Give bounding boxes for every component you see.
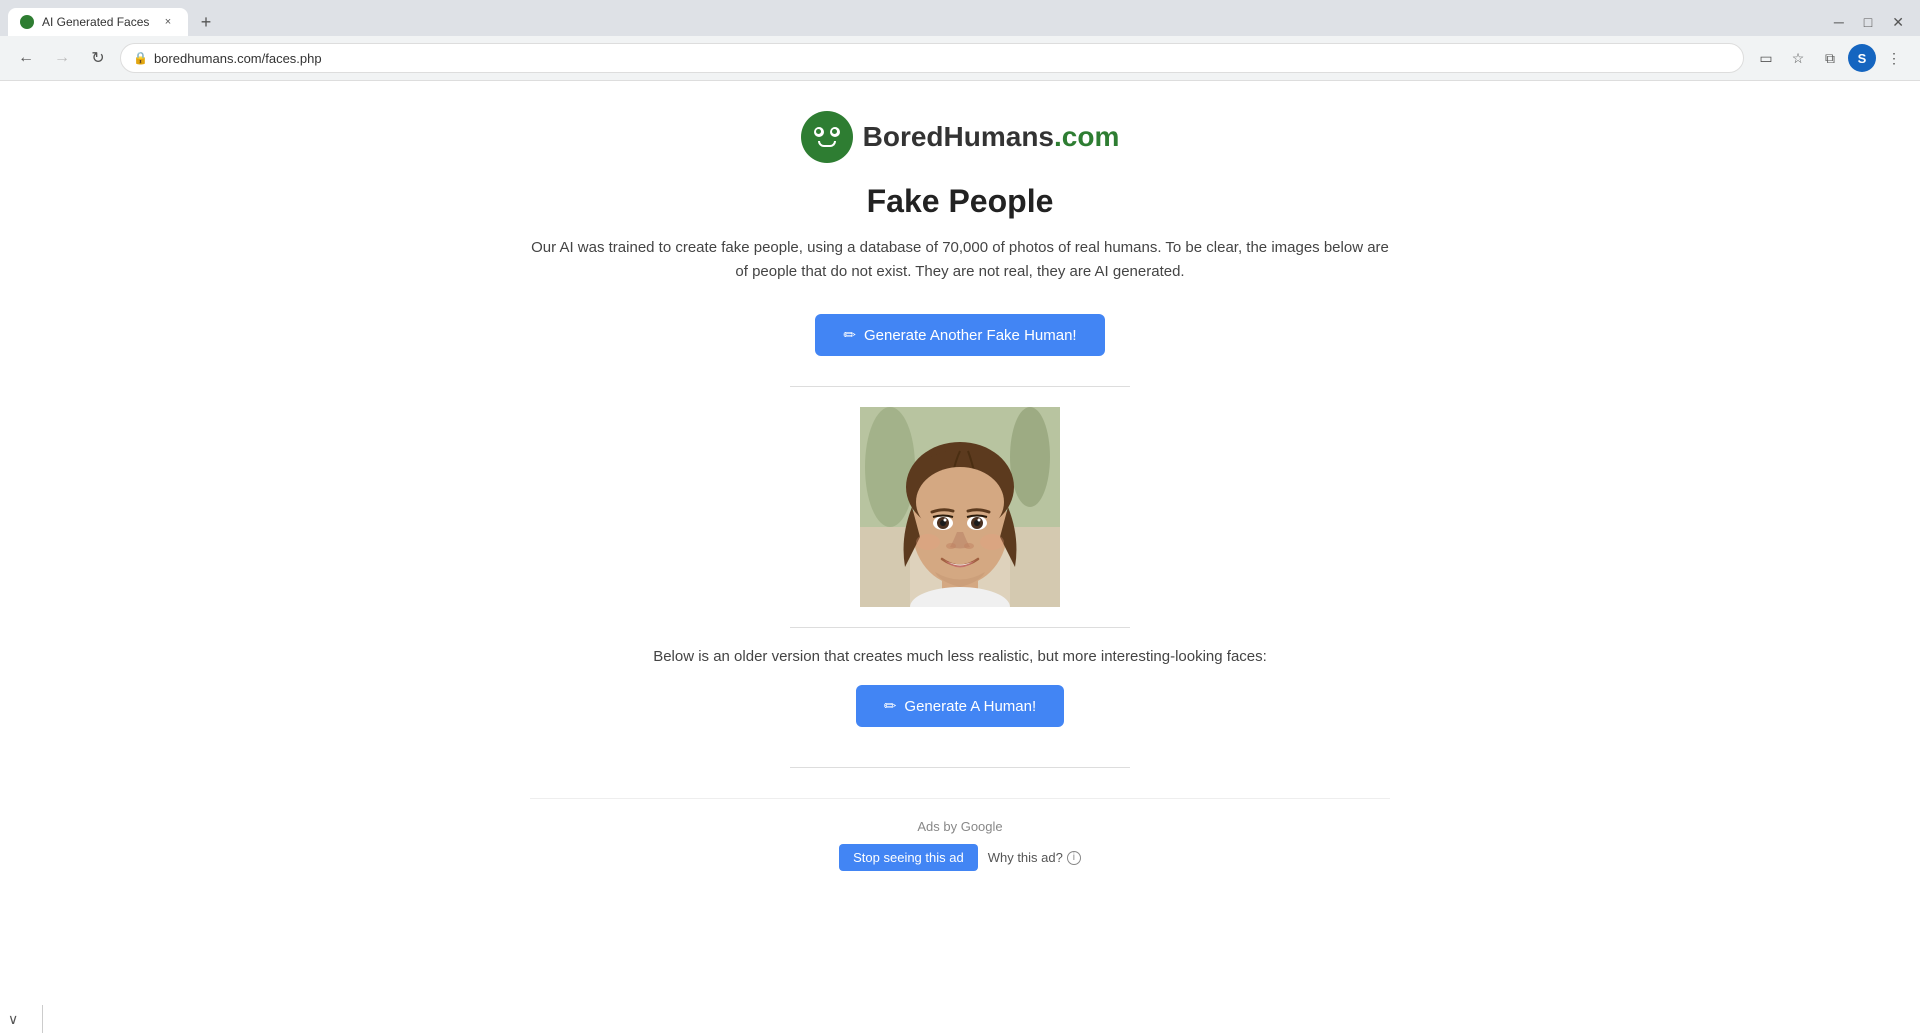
- cast-button[interactable]: ▭: [1752, 44, 1780, 72]
- bottom-chevron[interactable]: ∨: [8, 1011, 18, 1028]
- logo-text: BoredHumans.com: [863, 121, 1120, 153]
- back-icon: ←: [18, 49, 34, 67]
- close-window-button[interactable]: ✕: [1884, 12, 1912, 33]
- reload-button[interactable]: ↻: [84, 44, 112, 72]
- main-content: Fake People Our AI was trained to create…: [510, 183, 1410, 871]
- reload-icon: ↻: [91, 48, 104, 68]
- forward-button[interactable]: →: [48, 44, 76, 72]
- logo-face: [814, 127, 840, 147]
- page-description: Our AI was trained to create fake people…: [530, 236, 1390, 284]
- logo-container: BoredHumans.com: [801, 111, 1120, 163]
- info-icon[interactable]: i: [1067, 851, 1081, 865]
- restore-button[interactable]: □: [1856, 12, 1880, 33]
- page-content: BoredHumans.com Fake People Our AI was t…: [0, 81, 1920, 1034]
- info-symbol: i: [1073, 852, 1075, 863]
- tab-close-button[interactable]: ×: [160, 14, 176, 30]
- why-this-ad-container: Why this ad? i: [988, 850, 1081, 865]
- bookmark-button[interactable]: ☆: [1784, 44, 1812, 72]
- forward-icon: →: [54, 49, 70, 67]
- ads-section: Ads by Google Stop seeing this ad Why th…: [530, 798, 1390, 871]
- minimize-button[interactable]: ─: [1826, 12, 1852, 33]
- older-version-text: Below is an older version that creates m…: [530, 648, 1390, 665]
- page-title: Fake People: [530, 183, 1390, 220]
- logo-brand-name: BoredHumans: [863, 121, 1054, 152]
- menu-button[interactable]: ⋮: [1880, 44, 1908, 72]
- generate-another-label: Generate Another Fake Human!: [864, 327, 1077, 344]
- kebab-icon: ⋮: [1887, 50, 1901, 67]
- cast-icon: ▭: [1759, 50, 1772, 67]
- logo-eye-right: [830, 127, 840, 137]
- tab-bar: AI Generated Faces × + ─ □ ✕: [0, 0, 1920, 36]
- logo-dotcom: .com: [1054, 121, 1119, 152]
- generate-human-label: Generate A Human!: [904, 698, 1036, 715]
- face-image: [860, 407, 1060, 607]
- nav-bar: ← → ↻ 🔒 boredhumans.com/faces.php ▭ ☆ ⧉ …: [0, 36, 1920, 80]
- lock-icon: 🔒: [133, 51, 148, 65]
- bottom-divider: [790, 627, 1130, 628]
- ads-buttons: Stop seeing this ad Why this ad? i: [530, 844, 1390, 871]
- browser-chrome: AI Generated Faces × + ─ □ ✕ ← → ↻ 🔒 bor…: [0, 0, 1920, 81]
- new-tab-button[interactable]: +: [192, 8, 220, 36]
- nav-actions: ▭ ☆ ⧉ S ⋮: [1752, 44, 1908, 72]
- url-text: boredhumans.com/faces.php: [154, 51, 322, 66]
- top-divider: [790, 386, 1130, 387]
- extensions-button[interactable]: ⧉: [1816, 44, 1844, 72]
- logo-eye-left: [814, 127, 824, 137]
- profile-initial: S: [1858, 51, 1867, 66]
- panel-divider: [42, 1005, 43, 1033]
- address-bar[interactable]: 🔒 boredhumans.com/faces.php: [120, 43, 1744, 73]
- logo-icon: [801, 111, 853, 163]
- puzzle-icon: ⧉: [1825, 50, 1835, 67]
- logo-mouth: [818, 141, 836, 147]
- pencil-icon: ✏: [843, 326, 856, 344]
- generate-human-button[interactable]: ✏ Generate A Human!: [856, 685, 1064, 727]
- profile-button[interactable]: S: [1848, 44, 1876, 72]
- tab-title: AI Generated Faces: [42, 15, 149, 29]
- tab-favicon: [20, 15, 34, 29]
- lower-divider: [790, 767, 1130, 768]
- stop-seeing-button[interactable]: Stop seeing this ad: [839, 844, 978, 871]
- why-this-ad-text: Why this ad?: [988, 850, 1063, 865]
- pencil-icon-2: ✏: [884, 697, 897, 715]
- back-button[interactable]: ←: [12, 44, 40, 72]
- ads-by-google-label: Ads by Google: [530, 819, 1390, 834]
- site-header: BoredHumans.com: [0, 81, 1920, 183]
- logo-eyes: [814, 127, 840, 137]
- active-tab[interactable]: AI Generated Faces ×: [8, 8, 188, 36]
- face-image-container: [530, 407, 1390, 607]
- star-icon: ☆: [1792, 50, 1805, 67]
- generate-another-button[interactable]: ✏ Generate Another Fake Human!: [815, 314, 1104, 356]
